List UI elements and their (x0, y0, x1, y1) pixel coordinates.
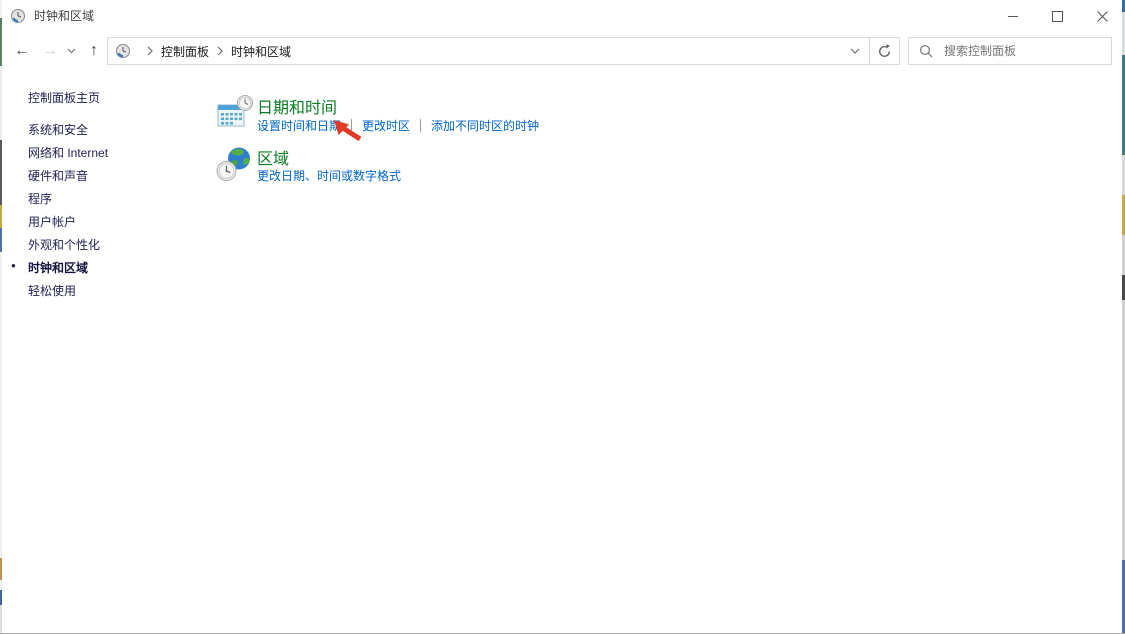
breadcrumb-item-clock-region[interactable]: 时钟和区域 (231, 43, 291, 60)
breadcrumb: 控制面板 时钟和区域 (108, 38, 841, 64)
address-location-icon (115, 43, 131, 59)
screen-edge-left (0, 0, 2, 634)
link-separator (420, 119, 421, 132)
up-button[interactable]: ↑ (82, 32, 106, 70)
link-change-date-time-number-formats[interactable]: 更改日期、时间或数字格式 (257, 167, 401, 184)
forward-button[interactable]: → (38, 32, 62, 70)
sidebar-item-hardware-sound[interactable]: 硬件和声音 (28, 167, 88, 184)
breadcrumb-chevron-icon[interactable] (217, 46, 223, 56)
titlebar: 时钟和区域 (0, 0, 1125, 32)
minimize-icon (1008, 16, 1018, 17)
sidebar-item-system-security[interactable]: 系统和安全 (28, 121, 88, 138)
active-item-bullet: ● (11, 261, 16, 270)
close-button[interactable] (1080, 0, 1125, 32)
close-icon (1097, 11, 1108, 22)
chevron-down-icon (850, 48, 860, 55)
address-history-dropdown[interactable] (841, 38, 869, 64)
link-add-clocks-different-time-zones[interactable]: 添加不同时区的时钟 (431, 117, 539, 134)
window-controls (990, 0, 1125, 32)
sidebar-item-ease-of-access[interactable]: 轻松使用 (28, 282, 76, 299)
clock-region-icon (10, 8, 26, 24)
region-links: 更改日期、时间或数字格式 (257, 167, 401, 184)
search-icon (919, 44, 933, 58)
sidebar-item-user-accounts[interactable]: 用户帐户 (28, 213, 76, 230)
breadcrumb-chevron-icon[interactable] (147, 46, 153, 56)
maximize-icon (1052, 11, 1063, 22)
minimize-button[interactable] (990, 0, 1035, 32)
navbar: ← → ↑ 控制面板 (0, 32, 1125, 70)
date-time-links: 设置时间和日期 更改时区 添加不同时区的时钟 (257, 117, 539, 134)
address-bar[interactable]: 控制面板 时钟和区域 (107, 37, 900, 65)
back-button[interactable]: ← (10, 32, 34, 70)
search-box[interactable] (908, 37, 1112, 65)
link-set-time-and-date[interactable]: 设置时间和日期 (257, 117, 341, 134)
sidebar-item-programs[interactable]: 程序 (28, 190, 52, 207)
recent-pages-dropdown[interactable] (63, 32, 79, 70)
chevron-down-icon (67, 48, 76, 54)
link-change-time-zone[interactable]: 更改时区 (362, 117, 410, 134)
window-title: 时钟和区域 (34, 0, 94, 32)
date-time-icon (216, 93, 254, 136)
sidebar-item-network-internet[interactable]: 网络和 Internet (28, 144, 108, 161)
search-input[interactable] (942, 43, 1111, 59)
maximize-button[interactable] (1035, 0, 1080, 32)
breadcrumb-item-control-panel[interactable]: 控制面板 (161, 43, 209, 60)
refresh-icon (877, 44, 892, 59)
sidebar-item-appearance-personalization[interactable]: 外观和个性化 (28, 236, 100, 253)
red-arrow-annotation-icon (334, 120, 364, 147)
region-icon (215, 146, 253, 189)
sidebar-item-clock-region[interactable]: 时钟和区域 (28, 259, 88, 276)
sidebar-item-home[interactable]: 控制面板主页 (28, 89, 100, 106)
section-title-region[interactable]: 区域 (257, 145, 289, 169)
section-title-date-time[interactable]: 日期和时间 (257, 94, 337, 118)
refresh-button[interactable] (870, 38, 899, 64)
